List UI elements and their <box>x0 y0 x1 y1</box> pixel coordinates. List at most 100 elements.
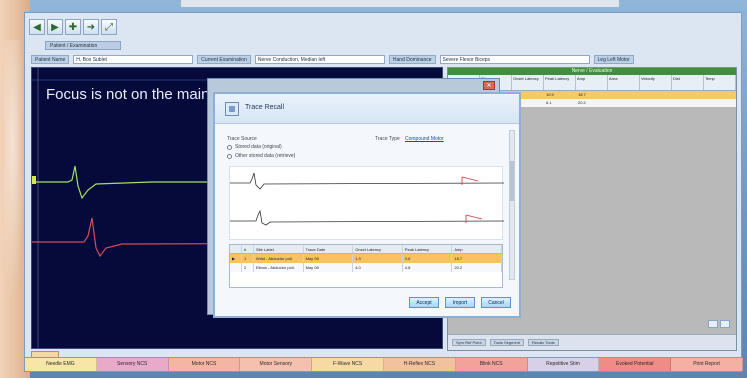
dialog-table-header: # Site Label Trace Date Onset Latency Pe… <box>230 245 502 254</box>
table-cell: 1 <box>242 254 254 263</box>
test-tab-bar: Needle EMG Sensory NCS Motor NCS Motor S… <box>25 357 743 371</box>
dialog-title: Trace Recall <box>245 104 285 111</box>
column-header <box>230 245 242 253</box>
column-header: Trace Date <box>304 245 354 253</box>
arrow-right-icon[interactable]: ➜ <box>83 19 99 35</box>
exam-field[interactable]: Nerve Conduction, Median left <box>254 54 385 64</box>
dialog-header: Trace Recall <box>215 94 519 124</box>
table-row[interactable]: 2 Elbow - Abductor poll. May 08 4.0 4.8 … <box>230 263 502 272</box>
extra-label: Leg Left Motor <box>593 54 634 64</box>
column-header[interactable]: Onset Latency <box>512 75 544 90</box>
dialog-buttons: Accept Import Cancel <box>409 297 511 308</box>
table-cell: 20.2 <box>452 263 502 272</box>
column-header: # <box>242 245 254 253</box>
column-header[interactable]: Velocity <box>640 75 672 90</box>
radio-other[interactable]: Other stored data (retrieve) <box>227 153 295 159</box>
table-cell <box>640 99 672 107</box>
table-cell: 18.7 <box>452 254 502 263</box>
tab-evoked-potential[interactable]: Evoked Potential <box>599 358 672 371</box>
tab-motor-ncs[interactable]: Motor NCS <box>168 358 241 371</box>
add-icon[interactable]: ✚ <box>65 19 81 35</box>
patient-exam-pill[interactable]: Patient / Examination <box>45 41 121 50</box>
table-cell: 6.1 <box>546 100 552 105</box>
table-cell <box>640 91 672 99</box>
column-header: Amp <box>452 245 502 253</box>
recalc-tools[interactable]: Recalc Tools <box>528 339 559 346</box>
panel-button[interactable] <box>720 320 730 328</box>
table-cell: 2 <box>242 263 254 272</box>
table-cell <box>704 91 736 99</box>
radio-original[interactable]: Stored data (original) <box>227 144 282 150</box>
sym-ref-point[interactable]: Sym Ref Point <box>452 339 486 346</box>
panel-controls <box>708 320 730 328</box>
cancel-button[interactable]: Cancel <box>481 297 511 308</box>
dialog-icon <box>225 102 239 116</box>
column-header[interactable]: Amp <box>576 75 608 90</box>
table-cell <box>672 99 704 107</box>
radio-circle-icon[interactable] <box>227 144 232 150</box>
trace-preview-lines <box>230 172 505 226</box>
radio-label: Stored data (original) <box>235 144 282 150</box>
dialog-scrollbar[interactable] <box>509 130 515 280</box>
results-footer: Sym Ref Point Tools Segment Recalc Tools <box>448 334 736 350</box>
trace-type-label: Trace Type <box>375 136 400 142</box>
tab-print-report[interactable]: Print Report <box>671 358 743 371</box>
user-label: Hand Dominance <box>388 54 436 64</box>
close-icon[interactable]: ✕ <box>483 81 495 90</box>
tab-sensory-ncs[interactable]: Sensory NCS <box>96 358 169 371</box>
tools-segment[interactable]: Tools Segment <box>489 339 525 346</box>
table-cell: 18.7 <box>578 92 586 97</box>
table-cell: 4.8 <box>403 263 453 272</box>
import-button[interactable]: Import <box>445 297 475 308</box>
trace-recall-dialog: Trace Recall Trace Source Trace Type Com… <box>213 92 521 318</box>
table-cell: May 08 <box>304 254 354 263</box>
toolbar: ◀ ▶ ✚ ➜ ⤢ <box>29 19 117 39</box>
trace-preview <box>229 166 505 240</box>
table-cell: 20.2 <box>578 100 586 105</box>
back-icon[interactable]: ◀ <box>29 19 45 35</box>
column-header: Peak Latency <box>403 245 453 253</box>
tab-h-reflex[interactable]: H-Reflex NCS <box>383 358 456 371</box>
column-header: Onset Latency <box>353 245 403 253</box>
tab-f-wave[interactable]: F-Wave NCS <box>312 358 384 371</box>
outer-window-edge <box>180 0 620 8</box>
patient-field[interactable]: H. Bos Sublet <box>73 54 194 64</box>
trace-type-link[interactable]: Compound Motor <box>405 136 444 142</box>
tab-needle-emg[interactable]: Needle EMG <box>25 358 97 371</box>
accept-button[interactable]: Accept <box>409 297 439 308</box>
expand-icon[interactable]: ⤢ <box>101 19 117 35</box>
table-cell <box>230 263 242 272</box>
header-fields: Patient Name H. Bos Sublet Current Exami… <box>31 53 737 65</box>
column-header[interactable]: Peak Latency <box>544 75 576 90</box>
trace-source-label: Trace Source <box>227 136 257 142</box>
table-cell: Wrist - Abductor poll. <box>254 254 304 263</box>
user-field[interactable]: Severe Flexor Biceps <box>439 54 590 64</box>
column-header[interactable]: Temp <box>704 75 736 90</box>
patient-label: Patient Name <box>31 54 70 64</box>
forward-icon[interactable]: ▶ <box>47 19 63 35</box>
tab-motor-sensory[interactable]: Motor Sensory <box>240 358 313 371</box>
column-header[interactable]: Area <box>608 75 640 90</box>
table-cell <box>672 91 704 99</box>
exam-label: Current Examination <box>197 54 251 64</box>
table-cell: ▶ <box>230 254 242 263</box>
table-cell <box>608 99 640 107</box>
dialog-trace-table: # Site Label Trace Date Onset Latency Pe… <box>229 244 503 288</box>
table-cell: May 08 <box>304 263 354 272</box>
tab-blink[interactable]: Blink NCS <box>455 358 528 371</box>
table-row[interactable]: ▶ 1 Wrist - Abductor poll. May 08 1.9 3.… <box>230 254 502 263</box>
panel-button[interactable] <box>708 320 718 328</box>
table-cell: 1.9 <box>353 254 403 263</box>
column-header[interactable]: Dist <box>672 75 704 90</box>
table-cell: 4.0 <box>353 263 403 272</box>
radio-label: Other stored data (retrieve) <box>235 153 296 159</box>
table-cell <box>704 99 736 107</box>
table-cell <box>608 91 640 99</box>
table-cell: 3.6 <box>403 254 453 263</box>
tab-repetitive-stim[interactable]: Repetitive Stim <box>527 358 600 371</box>
column-header: Site Label <box>254 245 304 253</box>
results-header: Nerve / Evaluation <box>448 68 736 75</box>
table-cell: 10.9 <box>546 92 554 97</box>
table-cell: Elbow - Abductor poll. <box>254 263 304 272</box>
radio-circle-icon[interactable] <box>227 153 232 159</box>
